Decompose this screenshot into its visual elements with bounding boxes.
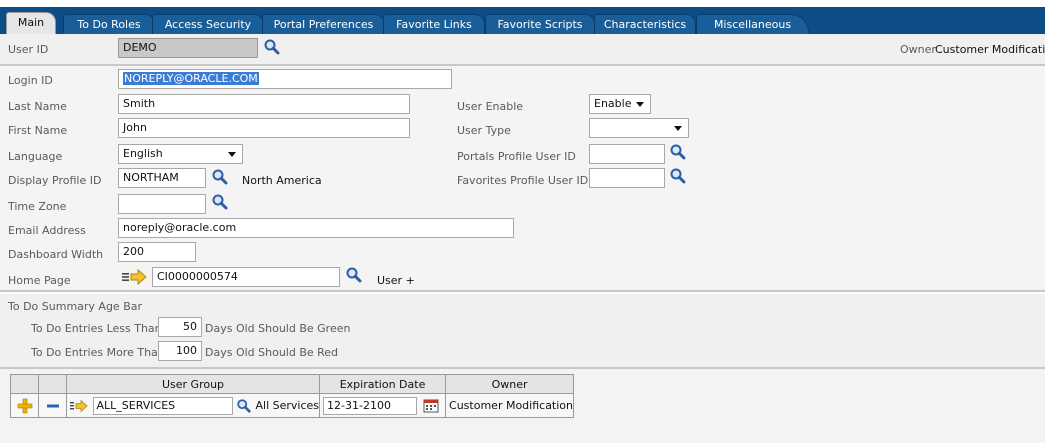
portals-profile-field[interactable] [589, 144, 665, 164]
last-name-field[interactable]: Smith [118, 94, 410, 114]
chevron-down-icon [228, 152, 236, 157]
user-group-search-icon[interactable] [236, 398, 252, 414]
favorites-profile-label: Favorites Profile User ID [457, 174, 589, 187]
age-bar-title: To Do Summary Age Bar [8, 300, 143, 313]
user-id-field: DEMO [118, 38, 258, 58]
chevron-down-icon [636, 102, 644, 107]
tab-to-do-roles[interactable]: To Do Roles [63, 14, 155, 34]
remove-row-icon[interactable] [46, 401, 60, 411]
owner-label: Owner [900, 43, 936, 56]
tab-characteristics[interactable]: Characteristics [594, 14, 696, 34]
user-id-search-icon[interactable] [263, 38, 281, 56]
display-profile-label: Display Profile ID [8, 174, 102, 187]
expiration-date-field[interactable]: 12-31-2100 [323, 396, 418, 415]
more-than-suffix: Days Old Should Be Red [205, 346, 339, 359]
owner-value: Customer Modification [935, 43, 1045, 56]
grid-header-expiration-date[interactable]: Expiration Date [319, 374, 447, 394]
main-form: Login ID NOREPLY@ORACLE.COM Last Name Sm… [0, 66, 1045, 292]
tab-bar: Main To Do Roles Access Security Portal … [0, 0, 1045, 34]
language-label: Language [8, 150, 63, 163]
navigation-key-icon[interactable] [121, 268, 149, 286]
header-band: User ID DEMO Owner Customer Modification [0, 34, 1045, 66]
more-than-label: To Do Entries More Than [31, 346, 165, 359]
first-name-field[interactable]: John [118, 118, 410, 138]
portals-profile-search-icon[interactable] [669, 143, 687, 161]
tab-favorite-scripts[interactable]: Favorite Scripts [485, 14, 595, 34]
less-than-field[interactable]: 50 [158, 317, 202, 337]
user-enable-value: Enable [594, 97, 632, 110]
user-group-cell: ALL_SERVICES All Services [65, 393, 321, 418]
tab-portal-preferences[interactable]: Portal Preferences [262, 14, 385, 34]
home-page-field[interactable]: CI0000000574 [152, 267, 340, 287]
grid-header-remove [38, 374, 67, 394]
language-value: English [123, 147, 163, 160]
display-profile-field[interactable]: NORTHAM [118, 168, 206, 188]
first-name-label: First Name [8, 124, 68, 137]
home-page-search-icon[interactable] [345, 266, 363, 284]
login-id-selected-text: NOREPLY@ORACLE.COM [123, 72, 259, 85]
user-group-grid: User Group Expiration Date Owner ALL_SER… [10, 374, 575, 418]
chevron-down-icon [674, 126, 682, 131]
tab-main[interactable]: Main [6, 12, 56, 34]
add-row-cell [10, 393, 39, 418]
grid-header-add [10, 374, 39, 394]
home-page-description: User + [377, 274, 415, 287]
home-page-label: Home Page [8, 274, 71, 287]
owner-cell: Customer Modification [445, 393, 575, 418]
favorites-profile-field[interactable] [589, 168, 665, 188]
more-than-field[interactable]: 100 [158, 341, 202, 361]
grid-header-owner[interactable]: Owner [445, 374, 575, 394]
navigation-key-icon[interactable] [69, 399, 89, 413]
language-select[interactable]: English [118, 144, 243, 164]
dashboard-width-field[interactable]: 200 [118, 242, 196, 262]
grid-header-user-group[interactable]: User Group [65, 374, 321, 394]
less-than-suffix: Days Old Should Be Green [205, 322, 351, 335]
user-type-label: User Type [457, 124, 511, 137]
favorites-profile-search-icon[interactable] [669, 167, 687, 185]
time-zone-label: Time Zone [8, 200, 67, 213]
user-enable-label: User Enable [457, 100, 524, 113]
table-row: ALL_SERVICES All Services 12-31-2100 Cus… [10, 393, 575, 418]
user-group-grid-section: User Group Expiration Date Owner ALL_SER… [0, 367, 1045, 443]
expiration-date-cell: 12-31-2100 [319, 393, 447, 418]
portals-profile-label: Portals Profile User ID [457, 150, 576, 163]
time-zone-search-icon[interactable] [211, 193, 229, 211]
grid-header-row: User Group Expiration Date Owner [10, 374, 575, 394]
user-id-label: User ID [8, 43, 49, 56]
time-zone-field[interactable] [118, 194, 206, 214]
email-label: Email Address [8, 224, 86, 237]
login-id-field[interactable]: NOREPLY@ORACLE.COM [118, 69, 452, 89]
calendar-icon[interactable] [423, 399, 439, 413]
display-profile-search-icon[interactable] [211, 168, 229, 186]
remove-row-cell [38, 393, 67, 418]
email-field[interactable]: noreply@oracle.com [118, 218, 514, 238]
tab-access-security[interactable]: Access Security [152, 14, 264, 34]
last-name-label: Last Name [8, 100, 67, 113]
user-enable-select[interactable]: Enable [589, 94, 651, 114]
login-id-label: Login ID [8, 74, 53, 87]
add-row-icon[interactable] [17, 398, 33, 414]
tab-favorite-links[interactable]: Favorite Links [383, 14, 485, 34]
user-type-select[interactable] [589, 118, 689, 138]
less-than-label: To Do Entries Less Than [31, 322, 162, 335]
user-group-description: All Services [255, 398, 320, 412]
age-bar-section: To Do Summary Age Bar To Do Entries Less… [0, 294, 1045, 367]
display-profile-description: North America [242, 174, 322, 187]
user-group-field[interactable]: ALL_SERVICES [92, 396, 233, 415]
dashboard-width-label: Dashboard Width [8, 248, 104, 261]
tab-miscellaneous[interactable]: Miscellaneous [696, 14, 809, 34]
